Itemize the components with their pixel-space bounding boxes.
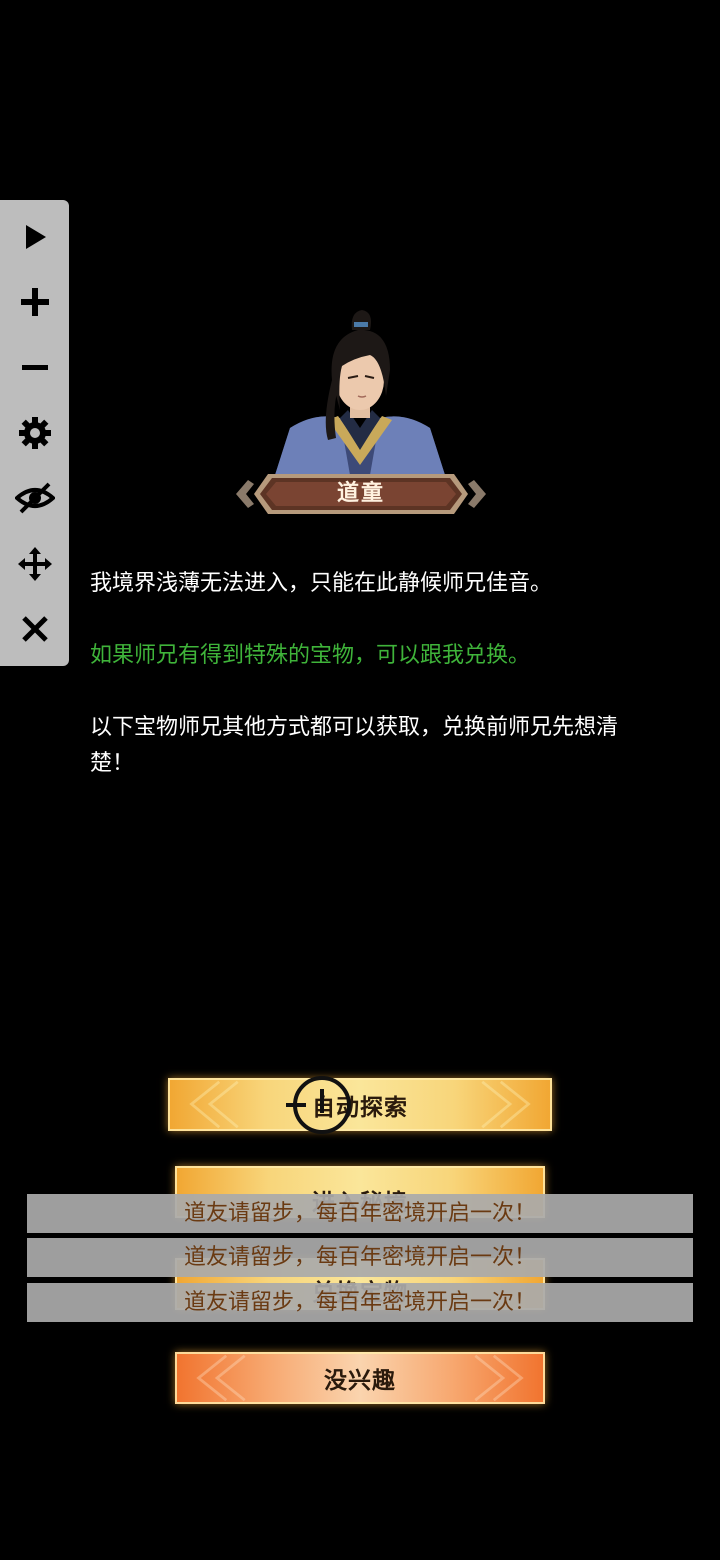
move-button[interactable] xyxy=(11,540,59,588)
eye-off-icon xyxy=(14,482,55,514)
chevron-left-decoration xyxy=(196,1354,246,1402)
move-icon xyxy=(17,546,52,581)
dialog-line-3: 以下宝物师兄其他方式都可以获取，兑换前师兄先想清楚！ xyxy=(90,715,619,776)
chevron-right-decoration xyxy=(474,1354,524,1402)
toast-message: 道友请留步，每百年密境开启一次！ xyxy=(27,1283,693,1322)
minus-icon xyxy=(21,364,48,370)
dialog-line-1: 我境界浅薄无法进入，只能在此静候师兄佳音。 xyxy=(90,571,553,596)
crosshair-icon xyxy=(286,1076,351,1134)
npc-name: 道童 xyxy=(336,481,385,506)
zoom-out-button[interactable] xyxy=(11,344,59,392)
dialog-text: 我境界浅薄无法进入，只能在此静候师兄佳音。 如果师兄有得到特殊的宝物，可以跟我兑… xyxy=(90,566,630,776)
npc-portrait xyxy=(275,310,445,475)
play-icon xyxy=(25,224,46,249)
hide-button[interactable] xyxy=(11,474,59,522)
not-interested-button[interactable]: 没兴趣 xyxy=(175,1352,545,1404)
toast-message: 道友请留步，每百年密境开启一次！ xyxy=(27,1194,693,1233)
plus-icon xyxy=(20,288,49,317)
game-screen: 道童 我境界浅薄无法进入，只能在此静候师兄佳音。 如果师兄有得到特殊的宝物，可以… xyxy=(0,0,720,1560)
close-icon xyxy=(21,616,48,643)
chevron-right-decoration xyxy=(481,1080,531,1129)
settings-button[interactable] xyxy=(11,409,59,457)
npc-nameplate-label-wrap: 道童 xyxy=(236,470,486,518)
close-button[interactable] xyxy=(11,605,59,653)
play-button[interactable] xyxy=(11,213,59,261)
chevron-left-decoration xyxy=(189,1080,239,1129)
zoom-in-button[interactable] xyxy=(11,278,59,326)
dialog-line-2: 如果师兄有得到特殊的宝物，可以跟我兑换。 xyxy=(90,643,531,668)
floating-toolbar xyxy=(0,200,69,666)
auto-explore-button[interactable]: 自动探索 xyxy=(168,1078,552,1131)
toast-message: 道友请留步，每百年密境开启一次！ xyxy=(27,1238,693,1277)
gear-icon xyxy=(18,416,51,449)
not-interested-label: 没兴趣 xyxy=(324,1368,396,1394)
